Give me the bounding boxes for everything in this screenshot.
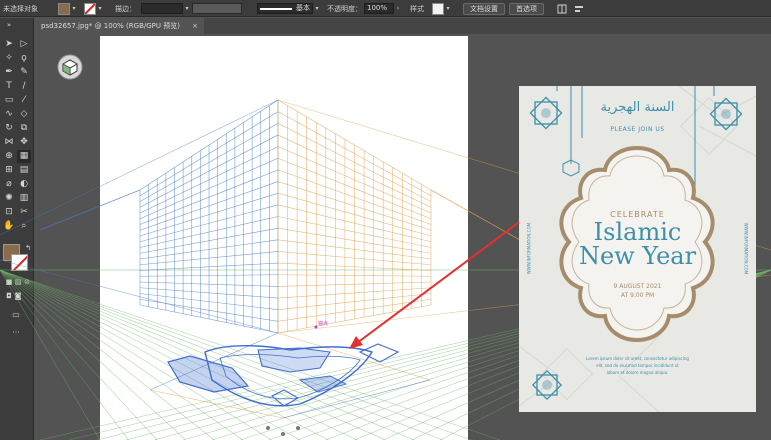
body-line-1: Lorem ipsum dolor sit amet, consectetur … (586, 356, 689, 361)
body-line-3: labore et dolore magna aliqua. (606, 370, 669, 375)
please-join-text: PLEASE JOIN US (610, 126, 665, 133)
side-url-right: WWW.INFORMATION.COM (743, 222, 749, 275)
perspective-grid-widget[interactable] (57, 54, 83, 80)
side-url-left: WWW.INFORMATION.COM (526, 222, 532, 275)
time-text: AT 9.00 PM (620, 292, 655, 299)
islamic-new-year-poster[interactable]: السنة الهجرية PLEASE JOIN US CELEBRATE I… (519, 86, 756, 412)
body-line-2: elit, sed do eiusmod tempor incididunt u… (596, 363, 679, 368)
new-year-text: New Year (578, 242, 697, 270)
illustrator-window: 未选择对象 ▾ ▾ 描边： ▾ 基本 ▾ 不透明度： 100% › 样式 ▾ 文… (0, 0, 771, 440)
date-text: 9 AUGUST 2021 (613, 283, 662, 290)
arabic-title: السنة الهجرية (600, 100, 675, 115)
anchor-point-label: 锚点 (318, 320, 328, 327)
